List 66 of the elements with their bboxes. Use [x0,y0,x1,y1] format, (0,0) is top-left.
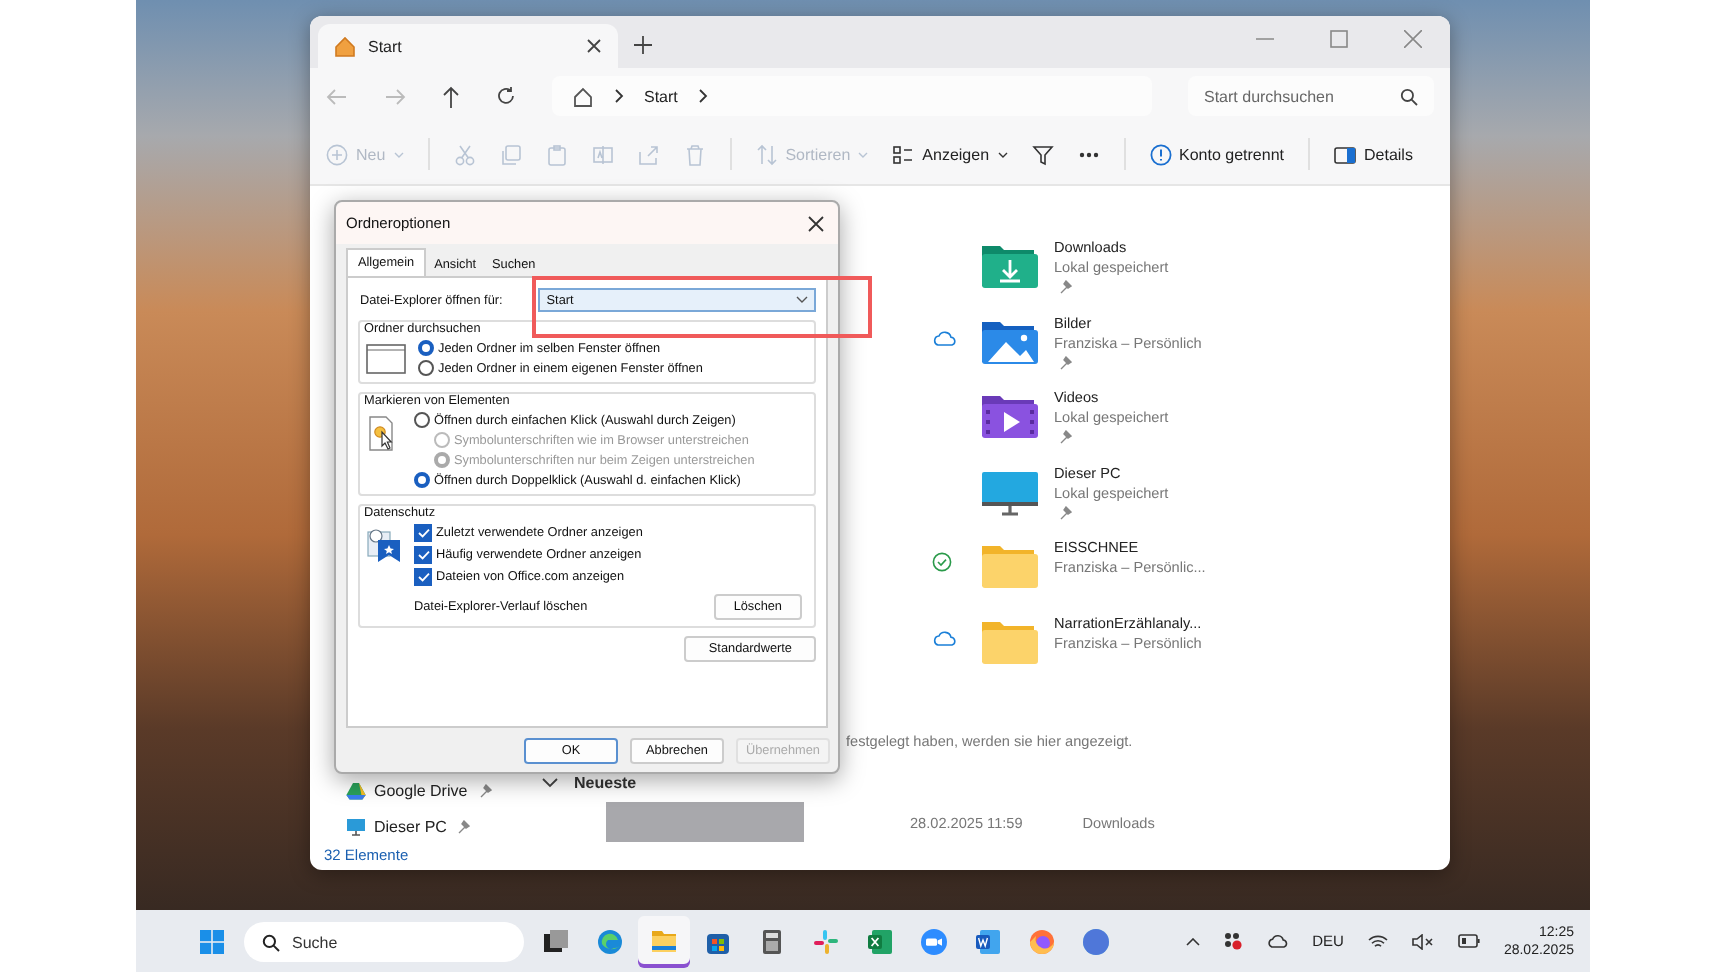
monitor-icon [980,467,1040,515]
filter-button[interactable] [1031,143,1054,165]
round-logo-icon [1082,927,1110,955]
up-arrow-icon[interactable] [442,85,460,107]
wifi-icon[interactable] [1367,933,1388,949]
caret-icon [858,151,869,157]
filter-icon [1031,143,1054,165]
close-icon[interactable] [586,38,602,54]
caret-icon [393,151,404,157]
sidebar-item[interactable]: Google Drive [324,772,524,808]
details-pane-icon [1334,143,1356,165]
chevron-right-icon [614,88,624,104]
details-button[interactable]: Details [1334,143,1413,165]
close-icon[interactable] [808,215,824,231]
cloud-icon[interactable] [1266,934,1289,948]
account-button[interactable]: Konto getrennt [1149,143,1284,165]
refresh-icon[interactable] [496,86,516,106]
window-icon [366,344,406,374]
video-call-icon [920,927,948,955]
battery-icon[interactable] [1457,934,1480,948]
share-icon [637,143,660,165]
folder-icon [980,542,1040,590]
search-icon [1400,88,1418,106]
info-icon [1149,143,1172,165]
video-folder-icon [980,392,1040,440]
browser-swirl-icon [596,927,624,955]
spreadsheet-icon [866,927,894,955]
triangle-logo-icon [346,781,366,799]
list-view-icon [892,143,915,165]
home-icon [334,35,356,57]
search-icon [262,933,280,951]
hash-logo-icon [812,927,840,955]
address-bar[interactable]: Start [552,76,1152,116]
search-field[interactable]: Start durchsuchen [1188,76,1434,116]
task-view-icon [542,927,570,955]
scissors-icon [453,143,476,165]
calculator-icon [758,927,786,955]
team-badge-icon[interactable] [1224,932,1243,950]
view-button[interactable]: Anzeigen [892,143,1008,165]
speaker-muted-icon[interactable] [1411,933,1434,949]
section-header[interactable]: Neueste [540,774,702,792]
home-icon [572,85,594,107]
taskbar-search-field[interactable]: Suche [244,922,524,962]
sort-icon [755,143,778,165]
folder-icon [650,927,678,955]
clipboard-icon [545,143,568,165]
chevron-up-icon[interactable] [1186,937,1201,945]
sidebar-item[interactable]: Dieser PC [324,808,524,844]
chevron-down-icon [796,296,808,304]
copy-icon [499,143,522,165]
download-folder-icon [980,242,1040,290]
caret-icon [997,151,1008,157]
chevron-down-icon [542,778,558,788]
rename-icon [591,143,614,165]
monitor-icon [346,817,366,835]
breadcrumb-item[interactable]: Start [644,87,678,105]
folder-icon [980,617,1040,665]
window-tab[interactable]: Start [318,24,618,68]
plus-circle-icon [326,143,348,165]
chevron-right-icon [697,88,708,104]
plus-icon[interactable] [634,36,652,54]
pictures-folder-icon [980,317,1040,365]
document-icon [974,927,1002,955]
trash-icon [683,143,706,165]
windows-logo-icon[interactable] [200,929,224,953]
privacy-icon [366,528,402,564]
